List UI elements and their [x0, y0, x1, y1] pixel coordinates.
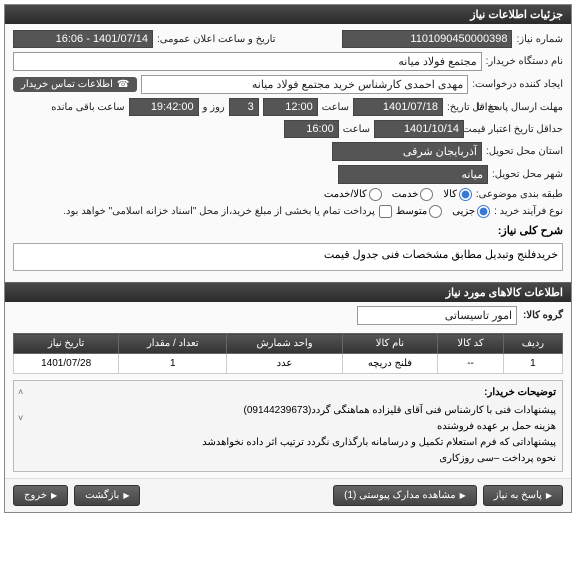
days-left: 3 [229, 98, 259, 116]
need-no-value: 1101090450000398 [342, 30, 512, 48]
hour-label-2: ساعت [343, 124, 370, 135]
back-label: بازگشت [85, 490, 119, 501]
footer-bar: ▶ پاسخ به نیاز ▶ مشاهده مدارک پیوستی (1) ▶… [5, 478, 571, 512]
hour-label-1: ساعت [322, 102, 349, 113]
deadline-label: حداقل تاریخ: [447, 102, 499, 113]
col-date: تاریخ نیاز [14, 334, 119, 354]
cat-goods-service-label: کالا/خدمت [324, 189, 367, 200]
triangle-icon: ▶ [546, 491, 552, 500]
category-radios: کالا خدمت کالا/خدمت [324, 188, 472, 201]
province-value: آذربایجان شرقی [332, 142, 482, 161]
chevron-up-icon[interactable]: ˄ [18, 385, 23, 399]
process-note: پرداخت تمام یا بخشی از مبلغ خرید،از محل … [63, 206, 375, 217]
reply-button[interactable]: ▶ پاسخ به نیاز [483, 485, 563, 506]
contact-button-label: اطلاعات تماس خریدار [21, 79, 113, 90]
process-radios: جزیی متوسط [396, 205, 490, 218]
exit-label: خروج [24, 490, 47, 501]
announce-value: 1401/07/14 - 16:06 [13, 30, 153, 48]
remain-suffix: ساعت باقی مانده [51, 102, 124, 113]
triangle-icon: ▶ [123, 491, 129, 500]
treasury-checkbox[interactable] [379, 205, 392, 218]
back-button[interactable]: ▶ بازگشت [74, 485, 140, 506]
proc-partial-radio[interactable]: جزیی [452, 205, 490, 218]
note-line-1: هزینه حمل بر عهده فروشنده [20, 419, 556, 435]
table-row[interactable]: 1 -- فلنج دریچه عدد 1 1401/07/28 [14, 354, 563, 374]
announce-label: تاریخ و ساعت اعلان عمومی: [157, 34, 276, 45]
proc-partial-label: جزیی [452, 206, 475, 217]
price-valid-label: حداقل تاریخ اعتبار قیمت: تا تاریخ: [468, 124, 563, 135]
requester-value: مهدی احمدی کارشناس خرید مجتمع فولاد میان… [141, 75, 468, 94]
attachments-button[interactable]: ▶ مشاهده مدارک پیوستی (1) [333, 485, 477, 506]
price-valid-hour: 16:00 [284, 120, 339, 138]
notes-scroll[interactable]: ˄ ˅ [18, 385, 23, 426]
exit-button[interactable]: ▶ خروج [13, 485, 68, 506]
triangle-icon: ▶ [51, 491, 57, 500]
cell-date: 1401/07/28 [14, 354, 119, 374]
remain-time: 19:42:00 [129, 98, 199, 116]
chevron-down-icon[interactable]: ˅ [18, 411, 23, 425]
note-line-3: نحوه پرداخت –سی روزکاری [20, 451, 556, 467]
cell-name: فلنج دریچه [342, 354, 438, 374]
panel-title: جزئیات اطلاعات نیاز [5, 5, 571, 24]
price-valid-date: 1401/10/14 [374, 120, 464, 138]
city-label: شهر محل تحویل: [492, 169, 563, 180]
cat-goods-radio[interactable]: کالا [443, 188, 472, 201]
process-label: نوع فرآیند خرید : [494, 206, 563, 217]
cat-service-radio[interactable]: خدمت [392, 188, 434, 201]
col-name: نام کالا [342, 334, 438, 354]
buyer-notes: ˄ ˅ توضیحات خریدار: پیشنهادات فنی با کار… [13, 380, 563, 472]
group-value: امور تاسیساتی [357, 306, 517, 325]
info-panel: جزئیات اطلاعات نیاز شماره نیاز: 11010904… [4, 4, 572, 513]
requester-label: ایجاد کننده درخواست: [472, 79, 563, 90]
notes-label: توضیحات خریدار: [20, 385, 556, 401]
cell-code: -- [438, 354, 504, 374]
group-label: گروه کالا: [523, 310, 563, 321]
proc-medium-label: متوسط [396, 206, 427, 217]
cat-goods-service-radio[interactable]: کالا/خدمت [324, 188, 382, 201]
proc-medium-radio[interactable]: متوسط [396, 205, 442, 218]
desc-textarea[interactable] [13, 243, 563, 271]
note-line-2: پیشنهاداتی که فرم استعلام تکمیل و درساما… [20, 435, 556, 451]
col-unit: واحد شمارش [227, 334, 342, 354]
form-area: شماره نیاز: 1101090450000398 تاریخ و ساع… [5, 24, 571, 282]
buyer-org-label: نام دستگاه خریدار: [486, 56, 563, 67]
deadline-hour: 12:00 [263, 98, 318, 116]
goods-table: ردیف کد کالا نام کالا واحد شمارش تعداد /… [13, 333, 563, 374]
and-label: روز و [203, 102, 225, 113]
triangle-icon: ▶ [460, 491, 466, 500]
deadline-date: 1401/07/18 [353, 98, 443, 116]
desc-label: شرح کلی نیاز: [13, 224, 563, 239]
cat-service-label: خدمت [392, 189, 419, 200]
col-idx: ردیف [503, 334, 562, 354]
city-value: میانه [338, 165, 488, 184]
goods-header: اطلاعات کالاهای مورد نیاز [5, 282, 571, 302]
deadline-until-label: مهلت ارسال پاسخ: تا [503, 102, 563, 113]
buyer-org-value: مجتمع فولاد میانه [13, 52, 482, 71]
col-code: کد کالا [438, 334, 504, 354]
table-header-row: ردیف کد کالا نام کالا واحد شمارش تعداد /… [14, 334, 563, 354]
contact-button[interactable]: ☎ اطلاعات تماس خریدار [13, 77, 137, 92]
reply-label: پاسخ به نیاز [494, 490, 542, 501]
category-label: طبقه بندی موضوعی: [476, 189, 563, 200]
cell-idx: 1 [503, 354, 562, 374]
note-line-0: پیشنهادات فنی با کارشناس فنی آقای قلیزاد… [20, 403, 556, 419]
attachments-label: مشاهده مدارک پیوستی (1) [344, 490, 456, 501]
need-no-label: شماره نیاز: [516, 34, 563, 45]
cat-goods-label: کالا [443, 189, 457, 200]
cell-unit: عدد [227, 354, 342, 374]
cell-qty: 1 [119, 354, 227, 374]
col-qty: تعداد / مقدار [119, 334, 227, 354]
phone-icon: ☎ [117, 79, 129, 90]
goods-group-row: گروه کالا: امور تاسیساتی [5, 302, 571, 329]
province-label: استان محل تحویل: [486, 146, 563, 157]
